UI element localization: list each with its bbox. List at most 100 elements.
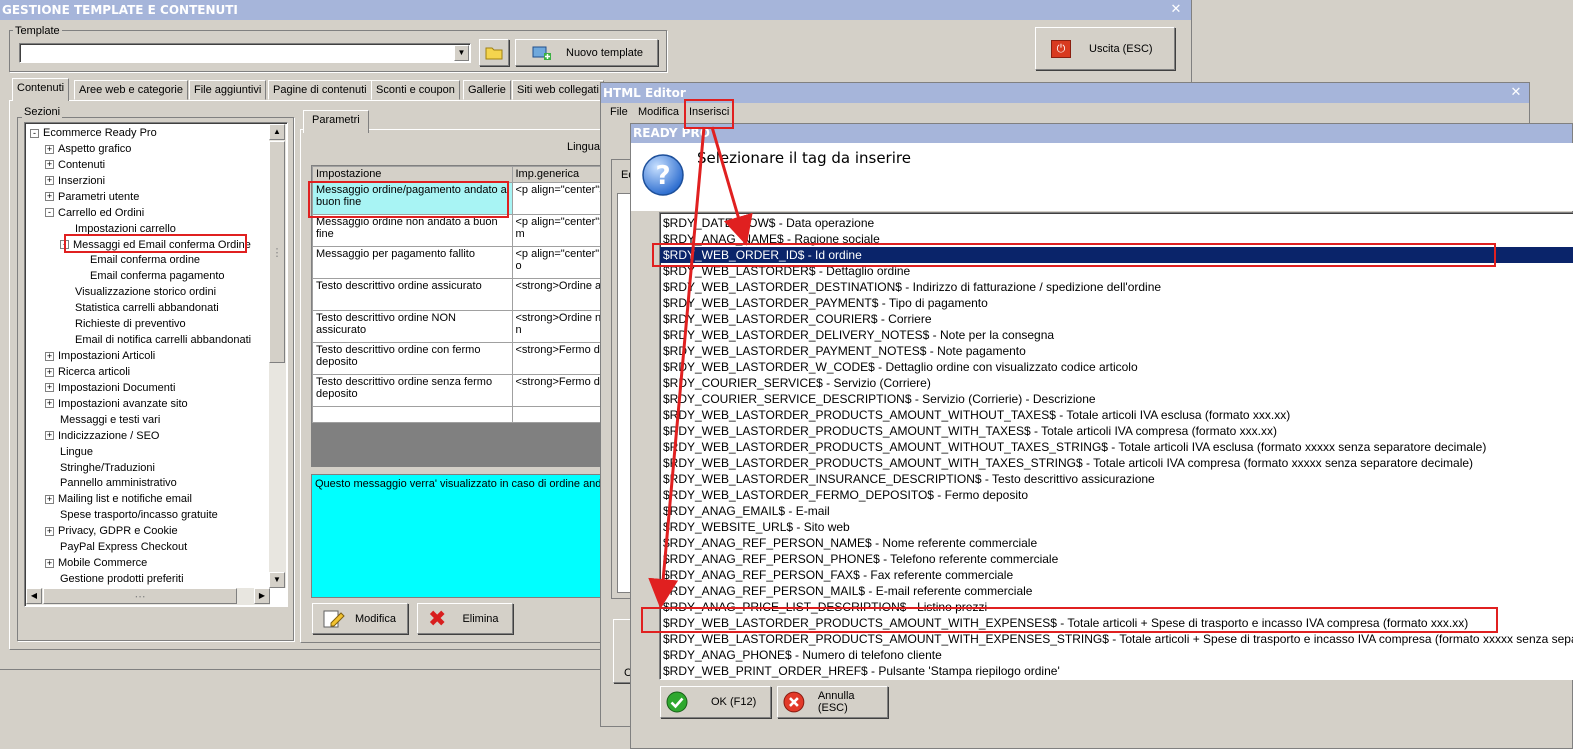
scroll-down-icon[interactable]: ▼ — [269, 572, 285, 588]
tag-list-item[interactable]: $RDY_WEB_ORDER_ID$ - Id ordine — [660, 247, 1573, 263]
tag-list[interactable]: $RDY_DATE_NOW$ - Data operazione $RDY_ANA… — [659, 212, 1573, 680]
tree-collapse-icon[interactable]: - — [30, 128, 39, 138]
tree-expand-icon[interactable]: + — [45, 526, 54, 536]
tree-hscroll-thumb[interactable]: ⋯ — [43, 588, 237, 604]
tree-expand-icon[interactable]: + — [45, 351, 54, 361]
generic-value-cell[interactable]: <strong>Fermo d SI — [511, 342, 610, 375]
tree-item[interactable]: + Impostazioni avanzate sito — [45, 396, 188, 412]
generic-value-cell[interactable] — [511, 406, 610, 423]
tag-list-item[interactable]: $RDY_WEB_LASTORDER_PRODUCTS_AMOUNT_WITH_… — [660, 423, 1573, 439]
tag-list-item[interactable]: $RDY_WEB_LASTORDER_DELIVERY_NOTES$ - Not… — [660, 327, 1573, 343]
generic-value-cell[interactable]: <p align="center" sistema ha rilevato — [511, 246, 610, 279]
generic-value-cell[interactable]: <strong>Ordine assicurato</stron — [511, 278, 610, 311]
table-row[interactable]: Messaggio ordine non andato a buon fine <… — [312, 214, 610, 247]
tree-item[interactable]: Email di notifica carrelli abbandonati — [60, 332, 251, 348]
tab-siti-web[interactable]: Siti web collegati — [512, 80, 604, 100]
setting-cell[interactable]: Testo descrittivo ordine NON assicurato — [312, 310, 513, 343]
tag-list-item[interactable]: $RDY_WEB_LASTORDER$ - Dettaglio ordine — [660, 263, 1573, 279]
generic-value-cell[interactable]: <strong>Ordine n assicurato</stron — [511, 310, 610, 343]
setting-cell[interactable] — [312, 406, 513, 423]
tree-item[interactable]: + Ricerca articoli — [45, 364, 130, 380]
tree-item[interactable]: Impostazioni carrello — [60, 221, 176, 237]
tree-expand-icon[interactable]: + — [45, 160, 54, 170]
tree-item[interactable]: + Mobile Commerce — [45, 555, 147, 571]
tag-list-item[interactable]: $RDY_WEB_LASTORDER_W_CODE$ - Dettaglio o… — [660, 359, 1573, 375]
delete-button[interactable]: ✖ Elimina — [417, 603, 513, 634]
setting-cell[interactable]: Testo descrittivo ordine con fermo depos… — [312, 342, 513, 375]
tree-item[interactable]: + Aspetto grafico — [45, 141, 131, 157]
tab-parametri[interactable]: Parametri — [303, 110, 369, 133]
new-template-button[interactable]: Nuovo template — [515, 39, 658, 66]
tree-expand-icon[interactable]: + — [45, 431, 54, 441]
tree-item[interactable]: Email conferma pagamento — [75, 268, 225, 284]
tree-item[interactable]: + Contenuti — [45, 157, 105, 173]
tag-list-item[interactable]: $RDY_WEB_LASTORDER_PAYMENT_NOTES$ - Note… — [660, 343, 1573, 359]
setting-cell[interactable]: Messaggio ordine non andato a buon fine — [312, 214, 513, 247]
tree-hscrollbar[interactable]: ◀ ⋯ ▶ — [26, 588, 270, 605]
tab-contenuti[interactable]: Contenuti — [12, 78, 70, 101]
tree-item[interactable]: + Parametri utente — [45, 189, 139, 205]
table-row[interactable]: Testo descrittivo ordine senza fermo dep… — [312, 374, 610, 407]
tag-list-item[interactable]: $RDY_ANAG_PRICE_LIST_DESCRIPTION$ - List… — [660, 599, 1573, 615]
close-icon[interactable]: ✕ — [1169, 3, 1183, 17]
template-select[interactable]: ▼ — [19, 43, 471, 63]
tree-item[interactable]: + Privacy, GDPR e Cookie — [45, 523, 178, 539]
tab-aree-web[interactable]: Aree web e categorie — [74, 80, 188, 100]
table-row[interactable]: Testo descrittivo ordine NON assicurato <… — [312, 310, 610, 343]
close-icon[interactable]: ✕ — [1509, 86, 1523, 100]
tab-gallerie[interactable]: Gallerie — [463, 80, 511, 100]
exit-button[interactable]: ⏻ Uscita (ESC) — [1035, 27, 1175, 70]
scroll-up-icon[interactable]: ▲ — [269, 124, 285, 140]
setting-cell[interactable]: Testo descrittivo ordine senza fermo dep… — [312, 374, 513, 407]
tag-list-item[interactable]: $RDY_WEB_LASTORDER_PRODUCTS_AMOUNT_WITH_… — [660, 615, 1573, 631]
tree-vscroll-thumb[interactable]: ⋮ — [269, 141, 285, 363]
tree-item[interactable]: Pannello amministrativo — [45, 475, 177, 491]
table-row[interactable] — [312, 406, 610, 423]
setting-cell[interactable]: Messaggio per pagamento fallito — [312, 246, 513, 279]
tree-item[interactable]: Email conferma ordine — [75, 252, 200, 268]
tag-list-item[interactable]: $RDY_COURIER_SERVICE_DESCRIPTION$ - Serv… — [660, 391, 1573, 407]
tree-item[interactable]: - Carrello ed Ordini — [45, 205, 144, 221]
tag-list-item[interactable]: $RDY_WEB_LASTORDER_COURIER$ - Corriere — [660, 311, 1573, 327]
tree-item[interactable]: Stringhe/Traduzioni — [45, 460, 155, 476]
tag-list-item[interactable]: $RDY_ANAG_EMAIL$ - E-mail — [660, 503, 1573, 519]
tree-expand-icon[interactable]: + — [45, 383, 54, 393]
tab-sconti-coupon[interactable]: Sconti e coupon — [371, 80, 460, 100]
tree-item[interactable]: Messaggi e testi vari — [45, 412, 160, 428]
menu-modifica[interactable]: Modifica — [638, 106, 679, 118]
setting-cell[interactable]: Messaggio ordine/pagamento andato a buon… — [312, 182, 513, 215]
tree-collapse-icon[interactable]: - — [45, 208, 54, 218]
tag-list-item[interactable]: $RDY_WEB_LASTORDER_PAYMENT$ - Tipo di pa… — [660, 295, 1573, 311]
col-header-generica[interactable]: Imp.generica — [511, 166, 610, 183]
tree-item[interactable]: + Impostazioni Documenti — [45, 380, 175, 396]
tree-expand-icon[interactable]: + — [45, 192, 54, 202]
table-row[interactable]: Messaggio ordine/pagamento andato a buon… — [312, 182, 610, 215]
tag-list-item[interactable]: $RDY_ANAG_PHONE$ - Numero di telefono cl… — [660, 647, 1573, 663]
tag-list-item[interactable]: $RDY_DATE_NOW$ - Data operazione — [660, 215, 1573, 231]
generic-value-cell[interactable]: <p align="center"><s — [511, 182, 610, 215]
tree-expand-icon[interactable]: + — [45, 144, 54, 154]
tree-expand-icon[interactable]: + — [45, 367, 54, 377]
tag-list-item[interactable]: $RDY_WEB_LASTORDER_PRODUCTS_AMOUNT_WITHO… — [660, 407, 1573, 423]
tab-file-aggiuntivi[interactable]: File aggiuntivi — [189, 80, 267, 100]
tag-list-item[interactable]: $RDY_COURIER_SERVICE$ - Servizio (Corrie… — [660, 375, 1573, 391]
table-row[interactable]: Testo descrittivo ordine con fermo depos… — [312, 342, 610, 375]
tree-item[interactable]: Richieste di preventivo — [60, 316, 186, 332]
tree-item[interactable]: + Indicizzazione / SEO — [45, 428, 160, 444]
menu-file[interactable]: File — [610, 106, 628, 118]
tree-item[interactable]: - Ecommerce Ready Pro — [30, 125, 157, 141]
tree-expand-icon[interactable]: + — [45, 399, 54, 409]
menu-inserisci[interactable]: Inserisci — [689, 106, 729, 118]
tree-expand-icon[interactable]: + — [45, 494, 54, 504]
tree-item[interactable]: + Impostazioni Articoli — [45, 348, 155, 364]
tree-expand-icon[interactable]: + — [45, 176, 54, 186]
setting-cell[interactable]: Testo descrittivo ordine assicurato — [312, 278, 513, 311]
tag-list-item[interactable]: $RDY_WEB_PRINT_ORDER_HREF$ - Pulsante 'S… — [660, 663, 1573, 679]
col-header-impostazione[interactable]: Impostazione — [312, 166, 513, 183]
tag-list-item[interactable]: $RDY_WEB_LASTORDER_PRODUCTS_AMOUNT_WITHO… — [660, 439, 1573, 455]
tag-list-item[interactable]: $RDY_WEB_LASTORDER_PRODUCTS_AMOUNT_WITH_… — [660, 631, 1573, 647]
generic-value-cell[interactable]: <p align="center"> <strong>Il sistem — [511, 214, 610, 247]
cancel-button[interactable]: Annulla (ESC) — [777, 686, 888, 718]
tree-item[interactable]: - Messaggi ed Email conferma Ordine — [60, 237, 251, 253]
tree-collapse-icon[interactable]: - — [60, 240, 69, 250]
